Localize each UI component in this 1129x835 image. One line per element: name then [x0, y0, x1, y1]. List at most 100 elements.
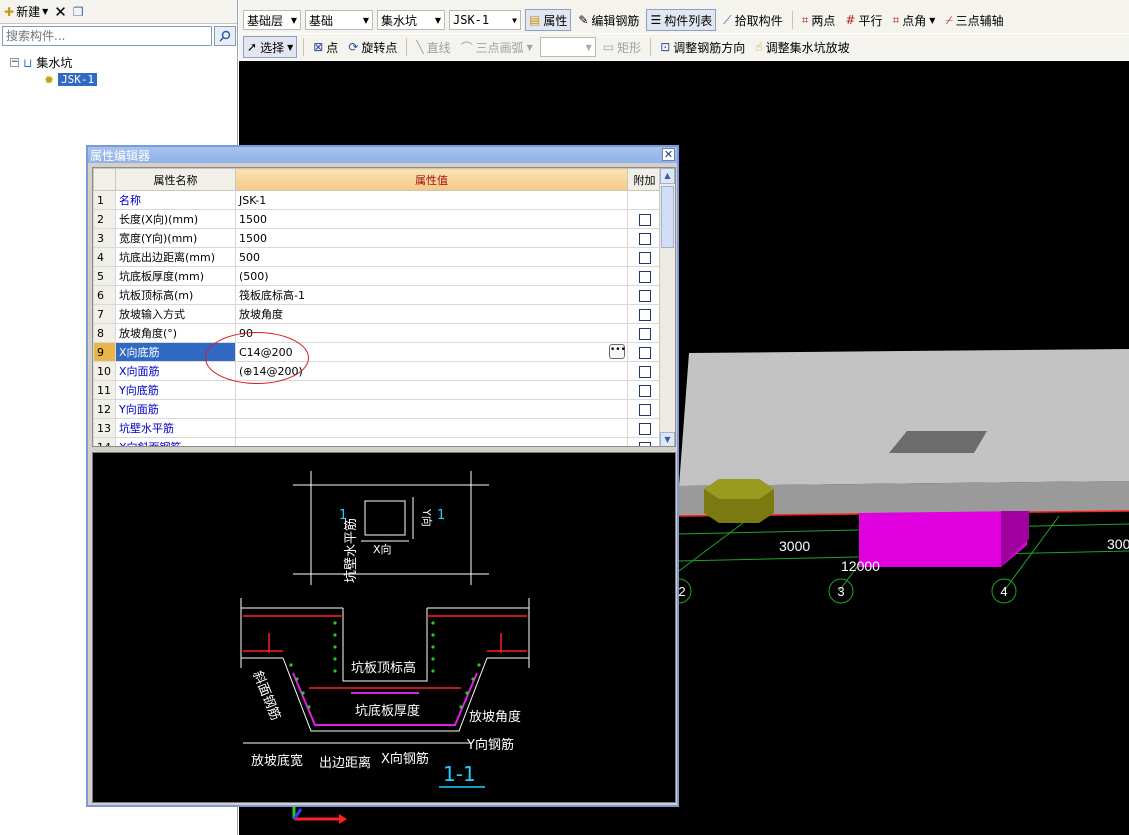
extra-checkbox[interactable] — [638, 365, 651, 378]
close-icon[interactable]: ✕ — [662, 148, 675, 161]
table-row[interactable]: 10 X向面筋 (⊕14@200) — [93, 361, 662, 381]
property-name[interactable]: 宽度(Y向)(mm) — [115, 228, 236, 248]
property-value[interactable] — [235, 437, 628, 446]
table-row[interactable]: 3 宽度(Y向)(mm) 1500 — [93, 228, 662, 248]
scroll-thumb[interactable] — [661, 186, 674, 248]
floor-select[interactable]: 基础层 ▼ — [243, 10, 301, 30]
scroll-down-icon[interactable]: ▼ — [660, 432, 675, 446]
property-name[interactable]: Y向底筋 — [115, 380, 236, 400]
table-row[interactable]: 5 坑底板厚度(mm) (500) — [93, 266, 662, 286]
category-select[interactable]: 基础 ▼ — [305, 10, 373, 30]
table-row[interactable]: 6 坑板顶标高(m) 筏板底标高-1 — [93, 285, 662, 305]
property-value[interactable] — [235, 380, 628, 400]
table-row[interactable]: 2 长度(X向)(mm) 1500 — [93, 209, 662, 229]
property-name[interactable]: Y向面筋 — [115, 399, 236, 419]
table-row[interactable]: 13 坑壁水平筋 — [93, 418, 662, 438]
property-value[interactable] — [235, 399, 628, 419]
rect-button[interactable]: ▭ 矩形 — [600, 36, 644, 58]
pick-component-button[interactable]: ⟋ 拾取构件 — [720, 9, 785, 31]
line-button[interactable]: ╲ 直线 — [413, 36, 453, 58]
property-value[interactable] — [235, 418, 628, 438]
property-value[interactable]: 放坡角度 — [235, 304, 628, 324]
table-row[interactable]: 4 坑底出边距离(mm) 500 — [93, 247, 662, 267]
ellipsis-icon[interactable]: ••• — [609, 344, 626, 359]
axis-4-label: 4 — [1000, 584, 1007, 599]
new-button[interactable]: ✚ 新建 ▼ — [4, 3, 48, 20]
property-name[interactable]: 坑板顶标高(m) — [115, 285, 236, 305]
property-value[interactable]: C14@200 ••• — [235, 342, 628, 362]
collapse-icon[interactable]: − — [10, 58, 19, 67]
property-name[interactable]: X向底筋 — [115, 342, 236, 362]
tree-node-pit[interactable]: − ⊔ 集水坑 — [10, 54, 237, 71]
property-value[interactable]: 1500 — [235, 228, 628, 248]
delete-icon[interactable]: ✕ — [54, 3, 67, 21]
extra-cell — [627, 228, 662, 248]
type-select[interactable]: 集水坑 ▼ — [377, 10, 445, 30]
select-button[interactable]: ➚ 选择 ▼ — [243, 36, 298, 58]
extra-checkbox[interactable] — [638, 270, 651, 283]
extra-checkbox[interactable] — [638, 251, 651, 264]
property-value[interactable]: 500 — [235, 247, 628, 267]
property-value[interactable]: 90 — [235, 323, 628, 343]
properties-button[interactable]: ▤ 属性 — [525, 9, 572, 31]
arc-option-select[interactable]: ▼ — [539, 37, 596, 57]
extra-checkbox[interactable] — [638, 441, 651, 446]
extra-checkbox[interactable] — [638, 213, 651, 226]
table-row[interactable]: 12 Y向面筋 — [93, 399, 662, 419]
table-row[interactable]: 11 Y向底筋 — [93, 380, 662, 400]
component-list-button[interactable]: ☰ 构件列表 — [646, 9, 717, 31]
property-name[interactable]: 放坡角度(°) — [115, 323, 236, 343]
table-row[interactable]: 9 X向底筋 C14@200 ••• — [93, 342, 662, 362]
property-rows: 1 名称 JSK-1 2 长度(X向)(mm) 1500 3 宽度(Y向)(mm) 1500 4 坑… — [93, 190, 662, 446]
extra-checkbox[interactable] — [638, 308, 651, 321]
property-name[interactable]: 坑底板厚度(mm) — [115, 266, 236, 286]
property-value[interactable]: 筏板底标高-1 — [235, 285, 628, 305]
point-button[interactable]: ⊠ 点 — [310, 36, 341, 58]
extra-checkbox[interactable] — [638, 327, 651, 340]
property-name[interactable]: 坑底出边距离(mm) — [115, 247, 236, 267]
extra-cell — [627, 418, 662, 438]
row-number: 13 — [93, 418, 116, 438]
dialog-titlebar[interactable]: 属性编辑器 ✕ — [88, 147, 677, 163]
property-value[interactable]: JSK-1 — [235, 190, 628, 210]
point-angle-button[interactable]: ⌗ 点角 ▼ — [890, 9, 939, 31]
property-name[interactable]: X向斜面钢筋 — [115, 437, 236, 446]
property-name[interactable]: 长度(X向)(mm) — [115, 209, 236, 229]
search-button[interactable] — [214, 26, 236, 46]
extra-checkbox[interactable] — [638, 403, 651, 416]
property-name[interactable]: 名称 — [115, 190, 236, 210]
property-value[interactable]: 1500 — [235, 209, 628, 229]
extra-checkbox[interactable] — [638, 346, 651, 359]
edit-rebar-button[interactable]: ✎ 编辑钢筋 — [575, 9, 642, 31]
search-input[interactable] — [2, 26, 212, 46]
adjust-rebar-dir-button[interactable]: ⊡ 调整钢筋方向 — [657, 36, 748, 58]
table-row[interactable]: 14X向斜面钢筋 — [93, 437, 662, 446]
extra-checkbox[interactable] — [638, 384, 651, 397]
property-value[interactable]: (⊕14@200) — [235, 361, 628, 381]
table-row[interactable]: 1 名称 JSK-1 — [93, 190, 662, 210]
copy-icon[interactable]: ❐ — [73, 5, 84, 19]
extra-checkbox[interactable] — [638, 232, 651, 245]
x-rebar-label: X向钢筋 — [381, 751, 429, 767]
rotate-point-button[interactable]: ⟳ 旋转点 — [345, 36, 400, 58]
point-angle-label: 点角 — [902, 13, 927, 28]
extra-checkbox[interactable] — [638, 289, 651, 302]
component-select[interactable]: JSK-1 ▼ — [449, 10, 521, 30]
adjust-slope-button[interactable]: ☝ 调整集水坑放坡 — [752, 36, 852, 58]
tree-node-jsk1[interactable]: ✹ JSK-1 — [10, 71, 237, 88]
two-points-button[interactable]: ⌗ 两点 — [799, 9, 839, 31]
three-point-axis-button[interactable]: ⌿ 三点辅轴 — [942, 9, 1006, 31]
property-name[interactable]: 放坡输入方式 — [115, 304, 236, 324]
extra-cell — [627, 342, 662, 362]
scroll-up-icon[interactable]: ▲ — [660, 168, 675, 184]
property-name[interactable]: 坑壁水平筋 — [115, 418, 236, 438]
table-row[interactable]: 8 放坡角度(°) 90 — [93, 323, 662, 343]
property-name[interactable]: X向面筋 — [115, 361, 236, 381]
property-value[interactable]: (500) — [235, 266, 628, 286]
arc-button[interactable]: ⌒ 三点画弧 ▼ — [458, 36, 536, 58]
grid-scrollbar[interactable]: ▲ ▼ — [659, 168, 675, 446]
table-row[interactable]: 7 放坡输入方式 放坡角度 — [93, 304, 662, 324]
extra-checkbox[interactable] — [638, 422, 651, 435]
two-points-icon: ⌗ — [801, 12, 809, 27]
parallel-button[interactable]: # 平行 — [842, 9, 885, 31]
